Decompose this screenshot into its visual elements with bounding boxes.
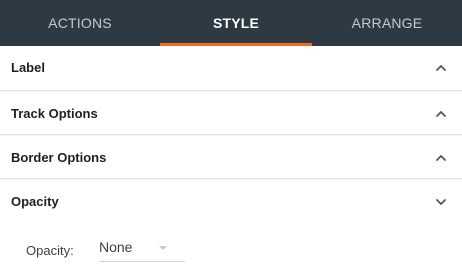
- section-title: Border Options: [11, 150, 107, 165]
- tab-arrange[interactable]: ARRANGE: [312, 0, 462, 46]
- chevron-up-icon: [436, 111, 446, 117]
- caret-down-icon: [159, 246, 167, 250]
- tab-actions[interactable]: ACTIONS: [0, 0, 160, 46]
- chevron-down-icon: [436, 199, 446, 205]
- section-opacity[interactable]: Opacity: [0, 180, 462, 224]
- select-underline: [99, 261, 185, 262]
- section-label[interactable]: Label: [0, 46, 462, 90]
- section-title: Track Options: [11, 106, 98, 121]
- section-title: Label: [11, 60, 45, 75]
- tab-style[interactable]: STYLE: [160, 0, 312, 46]
- section-title: Opacity: [11, 194, 59, 209]
- chevron-up-icon: [436, 65, 446, 71]
- opacity-field-label: Opacity:: [26, 243, 74, 258]
- opacity-select-value: None: [99, 239, 133, 255]
- section-border-options[interactable]: Border Options: [0, 136, 462, 180]
- section-track-options[interactable]: Track Options: [0, 92, 462, 136]
- chevron-up-icon: [436, 155, 446, 161]
- tab-bar: ACTIONS STYLE ARRANGE: [0, 0, 462, 46]
- style-panel: ACTIONS STYLE ARRANGE Label Track Option…: [0, 0, 462, 276]
- opacity-select[interactable]: None: [99, 236, 185, 262]
